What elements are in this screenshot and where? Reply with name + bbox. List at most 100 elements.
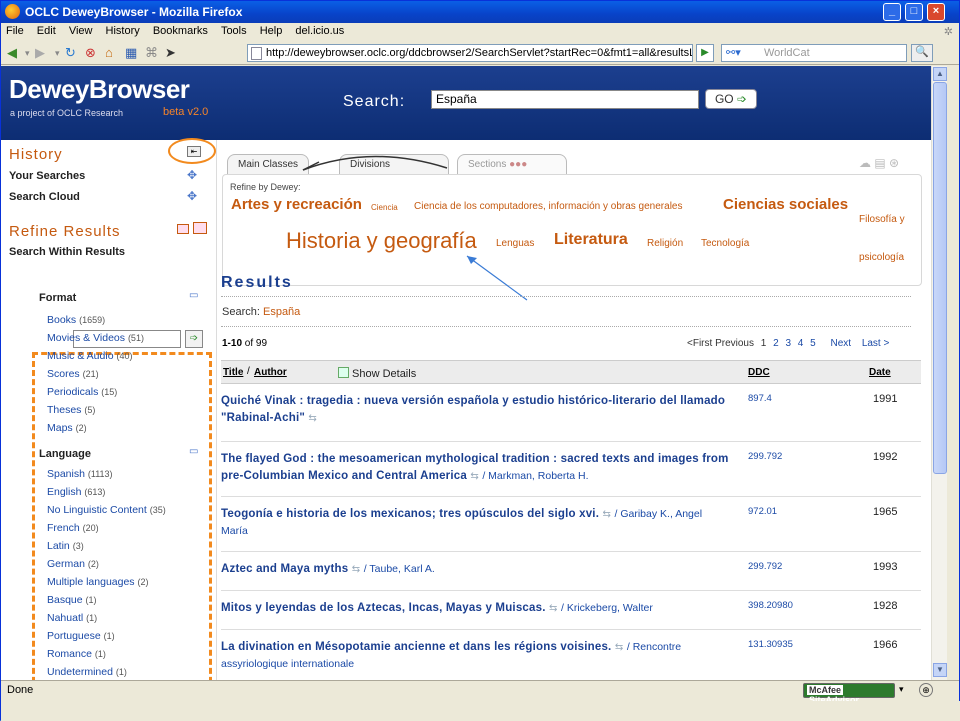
result-ddc[interactable]: 897.4 [748, 393, 772, 404]
facet-language-multiple[interactable]: Multiple languages (2) [47, 576, 148, 588]
facet-format-movies[interactable]: Movies & Videos (51) [47, 332, 144, 344]
result-title[interactable]: Aztec and Maya myths ⇆ / Taube, Karl A. [221, 561, 731, 578]
cloud-item-ciencias-sociales[interactable]: Ciencias sociales [723, 196, 848, 213]
facet-format-scores[interactable]: Scores (21) [47, 368, 99, 380]
scroll-thumb[interactable] [933, 82, 947, 474]
search-within-go-icon[interactable]: ➩ [185, 330, 203, 348]
pager-previous[interactable]: Previous [715, 338, 754, 349]
forward-icon[interactable]: ▶ [35, 45, 45, 61]
menu-tools[interactable]: Tools [216, 23, 252, 39]
facet-language-nahuatl[interactable]: Nahuatl (1) [47, 612, 97, 624]
menu-help[interactable]: Help [255, 23, 288, 39]
facet-language-portuguese[interactable]: Portuguese (1) [47, 630, 115, 642]
search-cloud-link[interactable]: Search Cloud [9, 191, 80, 203]
facet-language-latin[interactable]: Latin (3) [47, 540, 84, 552]
collapse-format-icon[interactable]: ▭ [189, 290, 198, 301]
expand-cloud-icon[interactable]: ✥ [187, 189, 197, 203]
facet-language-basque[interactable]: Basque (1) [47, 594, 97, 606]
site-logo[interactable]: DeweyBrowser [9, 74, 190, 105]
result-title[interactable]: Quiché Vinak : tragedia : nueva versión … [221, 393, 731, 427]
result-author[interactable]: / Taube, Karl A. [364, 563, 435, 575]
result-title[interactable]: Mitos y leyendas de los Aztecas, Incas, … [221, 600, 731, 617]
addon-status-icon[interactable]: ⊕ [919, 683, 933, 697]
sort-author[interactable]: Author [254, 367, 287, 378]
pager-last[interactable]: Last > [862, 338, 890, 349]
facet-format-theses[interactable]: Theses (5) [47, 404, 95, 416]
cloud-item-filosofia[interactable]: Filosofía y psicología [859, 201, 919, 277]
reload-icon[interactable]: ↻ [65, 45, 76, 61]
result-ddc[interactable]: 398.20980 [748, 600, 793, 611]
cloud-item-ciencia[interactable]: Ciencia [371, 203, 398, 212]
forward-dropdown-icon[interactable]: ▾ [55, 48, 60, 59]
share-icon[interactable]: ⇆ [615, 642, 624, 653]
menu-history[interactable]: History [101, 23, 145, 39]
cloud-item-historia[interactable]: Historia y geografía [286, 228, 477, 254]
pager-first[interactable]: <First [687, 338, 712, 349]
sort-date[interactable]: Date [869, 367, 891, 378]
menu-edit[interactable]: Edit [32, 23, 61, 39]
share-icon[interactable]: ⇆ [549, 603, 558, 614]
minimize-button[interactable]: _ [883, 3, 901, 21]
share-icon[interactable]: ⇆ [352, 564, 361, 575]
bookmark-icon[interactable]: ▦ [125, 45, 137, 61]
facet-format-books[interactable]: Books (1659) [47, 314, 105, 326]
pager-page-3[interactable]: 3 [785, 338, 791, 349]
refine-tool-icon[interactable] [177, 224, 189, 234]
share-icon[interactable]: ⇆ [470, 471, 479, 482]
pager-page-2[interactable]: 2 [773, 338, 779, 349]
pager-page-4[interactable]: 4 [798, 338, 804, 349]
cloud-item-tecnologia[interactable]: Tecnología [701, 238, 749, 249]
search-button[interactable]: 🔍 [911, 44, 933, 62]
facet-language-spanish[interactable]: Spanish (1113) [47, 468, 113, 480]
delicious-icon[interactable]: ➤ [165, 45, 176, 61]
facet-format-maps[interactable]: Maps (2) [47, 422, 87, 434]
maximize-button[interactable]: □ [905, 3, 923, 21]
result-title[interactable]: The flayed God : the mesoamerican mythol… [221, 451, 731, 485]
cloud-item-literatura[interactable]: Literatura [554, 231, 628, 249]
cloud-item-computadores[interactable]: Ciencia de los computadores, información… [414, 201, 682, 212]
close-button[interactable]: × [927, 3, 945, 21]
mcafee-siteadvisor-badge[interactable]: McAfee SiteAdvisor [803, 683, 895, 705]
back-dropdown-icon[interactable]: ▾ [25, 48, 30, 59]
collapse-language-icon[interactable]: ▭ [189, 446, 198, 457]
result-title[interactable]: Teogonía e historia de los mexicanos; tr… [221, 506, 731, 540]
mcafee-dropdown-icon[interactable]: ▾ [899, 684, 904, 695]
facet-format-periodicals[interactable]: Periodicals (15) [47, 386, 117, 398]
pager-next[interactable]: Next [830, 338, 851, 349]
facet-language-french[interactable]: French (20) [47, 522, 99, 534]
result-title[interactable]: La divination en Mésopotamie ancienne et… [221, 639, 731, 673]
tab-sections[interactable]: Sections ●●● [457, 154, 567, 174]
scroll-down-icon[interactable]: ▼ [933, 663, 947, 677]
result-author[interactable]: / Krickeberg, Walter [561, 602, 653, 614]
refine-export-icon[interactable] [193, 222, 207, 234]
facet-language-romance[interactable]: Romance (1) [47, 648, 106, 660]
expand-searches-icon[interactable]: ✥ [187, 168, 197, 182]
facet-language-undetermined[interactable]: Undetermined (1) [47, 666, 127, 678]
tab-main-classes[interactable]: Main Classes [227, 154, 310, 174]
your-searches-link[interactable]: Your Searches [9, 170, 85, 182]
result-author[interactable]: / Markman, Roberta H. [482, 470, 588, 482]
search-engine-icon[interactable]: ⚯▾ [726, 46, 741, 59]
go-arrow-icon[interactable]: ▶ [696, 44, 714, 62]
tag-icon[interactable]: ⌘ [145, 45, 158, 61]
menu-file[interactable]: File [1, 23, 29, 39]
vertical-scrollbar[interactable]: ▲ ▼ [931, 66, 947, 680]
scroll-up-icon[interactable]: ▲ [933, 67, 947, 81]
sort-title[interactable]: Title [223, 367, 243, 378]
menu-bookmarks[interactable]: Bookmarks [148, 23, 213, 39]
show-details-button[interactable]: Show Details [338, 367, 416, 380]
go-button[interactable]: GO ➩ [705, 89, 757, 109]
menu-view[interactable]: View [64, 23, 98, 39]
stop-icon[interactable]: ⊗ [85, 45, 96, 61]
share-icon[interactable]: ⇆ [603, 509, 612, 520]
result-ddc[interactable]: 131.30935 [748, 639, 793, 650]
home-icon[interactable]: ⌂ [105, 45, 113, 60]
pager-page-5[interactable]: 5 [810, 338, 816, 349]
menu-delicious[interactable]: del.icio.us [290, 23, 349, 39]
search-engine-box[interactable]: ⚯▾ WorldCat [721, 44, 907, 62]
cloud-item-lenguas[interactable]: Lenguas [496, 238, 534, 249]
cloud-item-religion[interactable]: Religión [647, 238, 683, 249]
cloud-item-artes[interactable]: Artes y recreación [231, 196, 362, 213]
search-input[interactable]: España [431, 90, 699, 109]
back-icon[interactable]: ◀ [7, 45, 17, 61]
